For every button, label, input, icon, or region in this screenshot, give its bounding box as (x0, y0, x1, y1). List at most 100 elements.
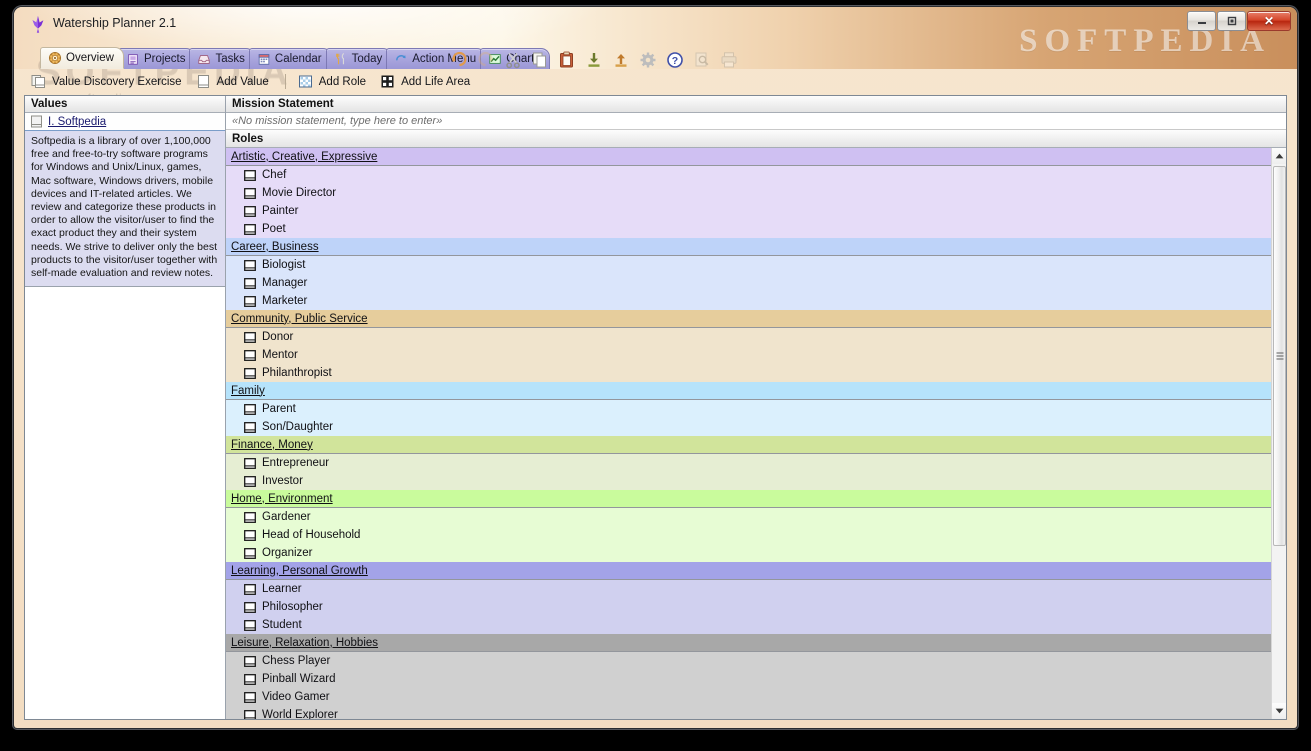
copy-icon[interactable] (531, 51, 549, 69)
role-checkbox-icon[interactable] (244, 349, 256, 361)
role-label: Philanthropist (262, 367, 332, 379)
role-checkbox-icon[interactable] (244, 691, 256, 703)
minimize-button[interactable] (1187, 11, 1216, 31)
role-category-header[interactable]: Learning, Personal Growth (226, 562, 1286, 580)
role-row[interactable]: Marketer (226, 292, 1286, 310)
role-row[interactable]: Pinball Wizard (226, 670, 1286, 688)
role-checkbox-icon[interactable] (244, 187, 256, 199)
role-row[interactable]: Manager (226, 274, 1286, 292)
role-label: Parent (262, 403, 296, 415)
role-checkbox-icon[interactable] (244, 475, 256, 487)
value-list-item[interactable]: I. Softpedia (25, 113, 225, 131)
role-row[interactable]: Entrepreneur (226, 454, 1286, 472)
undo-icon[interactable] (450, 51, 468, 69)
redo-icon[interactable] (477, 51, 495, 69)
role-category-header[interactable]: Home, Environment (226, 490, 1286, 508)
role-category: Family Parent Son/Daughter (226, 382, 1286, 436)
scrollbar-thumb[interactable] (1273, 166, 1286, 546)
role-row[interactable]: Investor (226, 472, 1286, 490)
paste-icon[interactable] (558, 51, 576, 69)
role-row[interactable]: Mentor (226, 346, 1286, 364)
role-category: Leisure, Relaxation, Hobbies Chess Player… (226, 634, 1286, 719)
import-icon[interactable] (585, 51, 603, 69)
mission-statement-input[interactable]: «No mission statement, type here to ente… (226, 113, 1286, 130)
role-row[interactable]: Learner (226, 580, 1286, 598)
role-row[interactable]: Parent (226, 400, 1286, 418)
maximize-button[interactable] (1217, 11, 1246, 31)
role-row[interactable]: Son/Daughter (226, 418, 1286, 436)
add-life-area-button[interactable]: Add Life Area (375, 72, 479, 91)
role-row[interactable]: Head of Household (226, 526, 1286, 544)
role-checkbox-icon[interactable] (244, 457, 256, 469)
chevron-down-icon (1275, 708, 1284, 714)
role-checkbox-icon[interactable] (244, 511, 256, 523)
role-label: Chef (262, 169, 287, 181)
scroll-down-button[interactable] (1272, 703, 1286, 719)
tab-today[interactable]: Today (325, 48, 393, 69)
role-checkbox-icon[interactable] (244, 601, 256, 613)
role-row[interactable]: Philosopher (226, 598, 1286, 616)
role-category-header[interactable]: Community, Public Service (226, 310, 1286, 328)
role-checkbox-icon[interactable] (244, 673, 256, 685)
scroll-up-button[interactable] (1272, 148, 1286, 164)
role-label: Movie Director (262, 187, 337, 199)
role-checkbox-icon[interactable] (244, 583, 256, 595)
close-button[interactable]: ✕ (1247, 11, 1291, 31)
role-row[interactable]: Donor (226, 328, 1286, 346)
value-item-label: I. Softpedia (48, 115, 107, 128)
role-checkbox-icon[interactable] (244, 403, 256, 415)
role-row[interactable]: Gardener (226, 508, 1286, 526)
cut-icon[interactable] (504, 51, 522, 69)
role-checkbox-icon[interactable] (244, 367, 256, 379)
role-checkbox-icon[interactable] (244, 709, 256, 720)
preview-icon[interactable] (693, 51, 711, 69)
value-discovery-exercise-button[interactable]: Value Discovery Exercise (26, 72, 191, 91)
tab-label: Today (351, 53, 383, 65)
role-row[interactable]: World Explorer (226, 706, 1286, 719)
role-row[interactable]: Student (226, 616, 1286, 634)
add-role-button[interactable]: Add Role (293, 72, 375, 91)
add-value-button[interactable]: Add Value (191, 72, 278, 91)
export-icon[interactable] (612, 51, 630, 69)
tab-tasks[interactable]: Tasks (189, 48, 255, 69)
role-checkbox-icon[interactable] (244, 295, 256, 307)
role-category-header[interactable]: Leisure, Relaxation, Hobbies (226, 634, 1286, 652)
role-checkbox-icon[interactable] (244, 223, 256, 235)
role-category-header[interactable]: Finance, Money (226, 436, 1286, 454)
role-checkbox-icon[interactable] (244, 331, 256, 343)
role-label: Head of Household (262, 529, 361, 541)
role-row[interactable]: Chef (226, 166, 1286, 184)
role-checkbox-icon[interactable] (244, 259, 256, 271)
role-row[interactable]: Poet (226, 220, 1286, 238)
help-icon[interactable]: ? (666, 51, 684, 69)
print-icon[interactable] (720, 51, 738, 69)
role-checkbox-icon[interactable] (244, 547, 256, 559)
role-category-header[interactable]: Career, Business (226, 238, 1286, 256)
role-row[interactable]: Painter (226, 202, 1286, 220)
tab-label: Overview (66, 52, 114, 64)
settings-icon[interactable] (639, 51, 657, 69)
role-checkbox-icon[interactable] (244, 205, 256, 217)
role-category-header[interactable]: Artistic, Creative, Expressive (226, 148, 1286, 166)
role-checkbox-icon[interactable] (244, 421, 256, 433)
role-checkbox-icon[interactable] (244, 277, 256, 289)
role-checkbox-icon[interactable] (244, 655, 256, 667)
vertical-scrollbar[interactable] (1271, 148, 1286, 719)
tab-overview[interactable]: Overview (40, 47, 124, 69)
role-category: Artistic, Creative, Expressive Chef Movie … (226, 148, 1286, 238)
tab-projects[interactable]: Projects (117, 48, 196, 69)
role-checkbox-icon[interactable] (244, 619, 256, 631)
role-checkbox-icon[interactable] (244, 529, 256, 541)
tab-calendar[interactable]: Calendar (248, 48, 332, 69)
role-row[interactable]: Organizer (226, 544, 1286, 562)
role-label: Learner (262, 583, 302, 595)
role-row[interactable]: Philanthropist (226, 364, 1286, 382)
role-category-label: Artistic, Creative, Expressive (231, 150, 378, 163)
icon-toolbar: ? (450, 49, 738, 71)
role-row[interactable]: Movie Director (226, 184, 1286, 202)
role-category-header[interactable]: Family (226, 382, 1286, 400)
role-row[interactable]: Biologist (226, 256, 1286, 274)
role-row[interactable]: Chess Player (226, 652, 1286, 670)
role-checkbox-icon[interactable] (244, 169, 256, 181)
role-row[interactable]: Video Gamer (226, 688, 1286, 706)
